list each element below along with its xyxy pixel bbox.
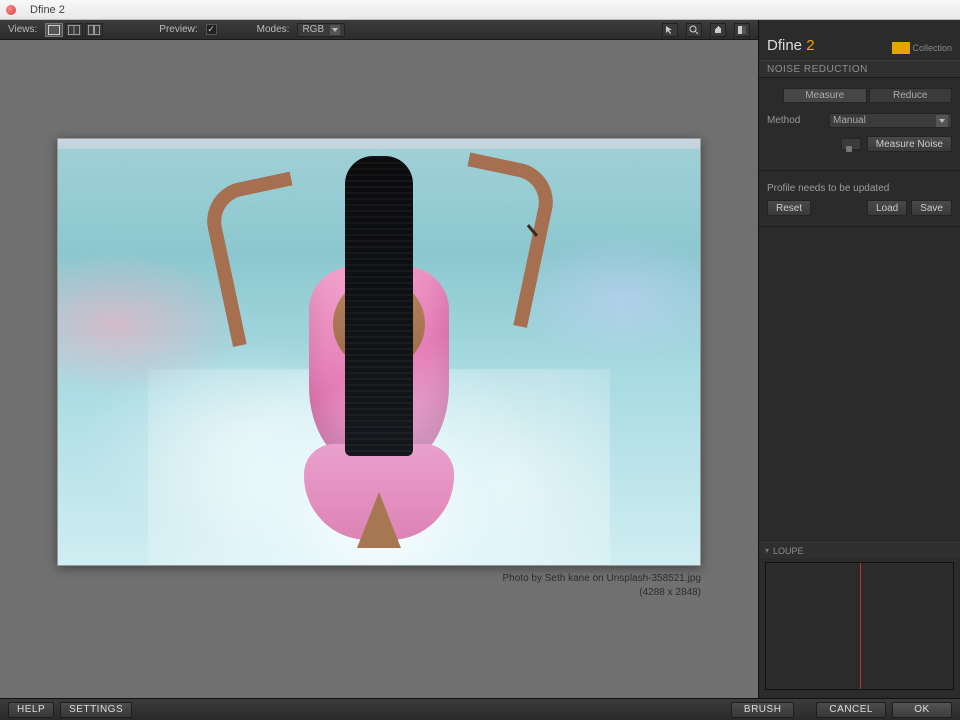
save-button[interactable]: Save xyxy=(911,200,952,216)
measure-noise-button[interactable]: Measure Noise xyxy=(867,136,952,152)
views-label: Views: xyxy=(8,24,37,35)
view-split-button[interactable] xyxy=(65,23,83,37)
close-window-icon[interactable] xyxy=(6,5,16,15)
window-titlebar: Dfine 2 xyxy=(0,0,960,20)
view-single-button[interactable] xyxy=(45,23,63,37)
image-filename: Photo by Seth kane on Unsplash-358521.jp… xyxy=(57,572,701,586)
view-side-button[interactable] xyxy=(85,23,103,37)
loupe-header[interactable]: ▾ LOUPE xyxy=(759,542,960,558)
method-value: Manual xyxy=(833,115,866,126)
window-title: Dfine 2 xyxy=(30,4,65,16)
loupe-label: LOUPE xyxy=(773,546,804,556)
brand-title: Dfine 2 xyxy=(767,37,815,54)
top-toolbar: Views: Preview: Modes: RGB xyxy=(0,20,758,40)
loupe-divider[interactable] xyxy=(860,563,861,689)
brand-logo: Collection xyxy=(892,42,952,54)
chevron-down-icon xyxy=(332,28,338,32)
image-dimensions: (4288 x 2848) xyxy=(57,586,701,600)
nik-logo-icon xyxy=(892,42,910,54)
method-dropdown[interactable]: Manual xyxy=(829,113,952,128)
pointer-tool-icon[interactable] xyxy=(662,23,678,37)
tab-reduce[interactable]: Reduce xyxy=(869,88,953,103)
image-meta: Photo by Seth kane on Unsplash-358521.jp… xyxy=(57,572,701,600)
pan-tool-icon[interactable] xyxy=(710,23,726,37)
reset-button[interactable]: Reset xyxy=(767,200,811,216)
measure-slider[interactable] xyxy=(841,138,861,150)
modes-label: Modes: xyxy=(257,24,290,35)
preview-label: Preview: xyxy=(159,24,197,35)
loupe-preview[interactable] xyxy=(765,562,954,690)
preview-checkbox[interactable] xyxy=(206,24,217,35)
cancel-button[interactable]: CANCEL xyxy=(816,702,886,718)
modes-value: RGB xyxy=(302,24,324,35)
zoom-tool-icon[interactable] xyxy=(686,23,702,37)
side-panel: Dfine 2 Collection NOISE REDUCTION Measu… xyxy=(758,20,960,698)
tab-measure[interactable]: Measure xyxy=(783,88,867,103)
noise-reduction-header: NOISE REDUCTION xyxy=(759,60,960,78)
ok-button[interactable]: OK xyxy=(892,702,952,718)
settings-button[interactable]: SETTINGS xyxy=(60,702,132,718)
disclosure-triangle-icon: ▾ xyxy=(765,546,769,555)
help-button[interactable]: HELP xyxy=(8,702,54,718)
method-label: Method xyxy=(767,115,819,126)
bg-toggle-icon[interactable] xyxy=(734,23,750,37)
load-button[interactable]: Load xyxy=(867,200,907,216)
brush-button[interactable]: BRUSH xyxy=(731,702,795,718)
footer-bar: HELP SETTINGS BRUSH CANCEL OK xyxy=(0,698,960,720)
modes-dropdown[interactable]: RGB xyxy=(297,23,345,37)
image-preview[interactable] xyxy=(57,138,701,566)
chevron-down-icon xyxy=(939,119,945,123)
profile-status: Profile needs to be updated xyxy=(767,183,952,194)
canvas-area[interactable]: Photo by Seth kane on Unsplash-358521.jp… xyxy=(0,40,758,698)
